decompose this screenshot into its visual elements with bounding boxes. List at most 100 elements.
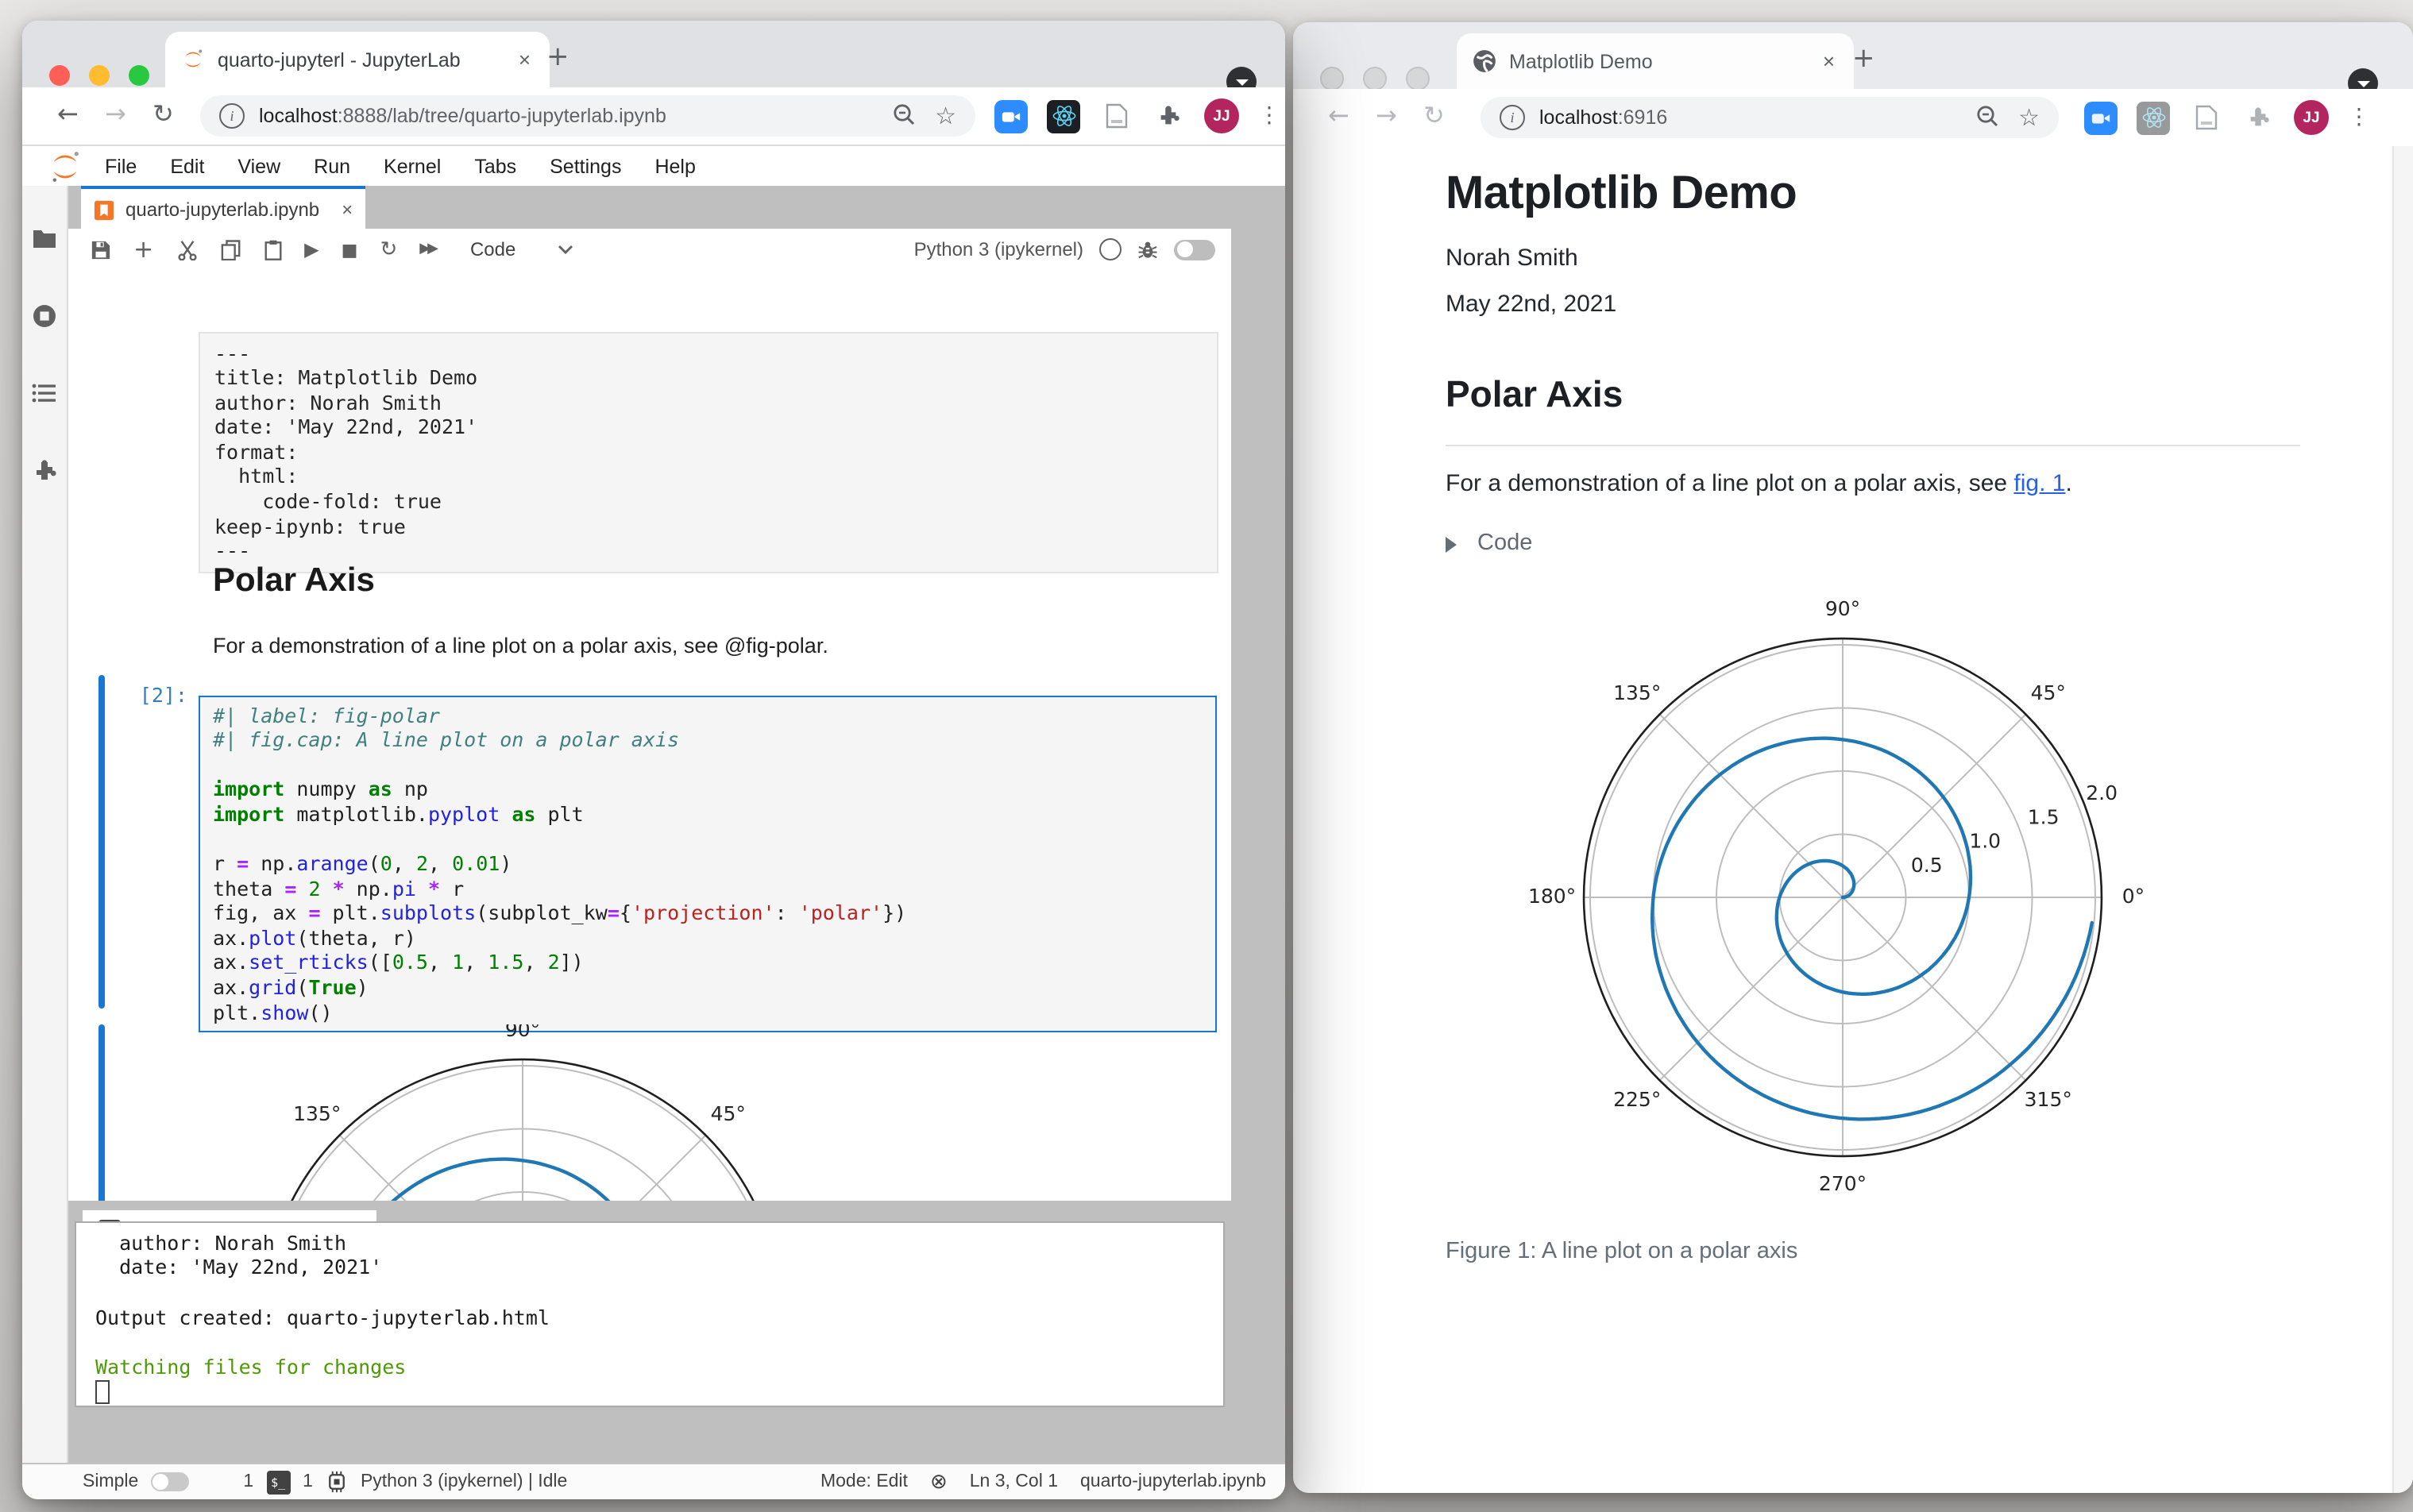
puzzle-icon[interactable] bbox=[1152, 99, 1185, 133]
code-fold-toggle[interactable]: Code bbox=[1446, 530, 1532, 556]
close-window-icon[interactable] bbox=[1320, 67, 1344, 91]
zoom-out-page-icon[interactable] bbox=[1975, 104, 1998, 131]
new-tab-button[interactable]: + bbox=[546, 41, 569, 73]
save-icon[interactable] bbox=[91, 239, 111, 260]
folder-icon[interactable] bbox=[22, 227, 67, 249]
jupyter-favicon-icon bbox=[181, 48, 205, 71]
terminal-cursor bbox=[95, 1380, 110, 1405]
svg-text:0.5: 0.5 bbox=[1911, 854, 1943, 877]
close-tab-icon[interactable]: × bbox=[515, 48, 534, 71]
minimize-window-icon[interactable] bbox=[89, 65, 110, 86]
zoom-window-icon[interactable] bbox=[129, 65, 149, 86]
menu-kernel[interactable]: Kernel bbox=[384, 155, 441, 177]
back-icon[interactable]: ← bbox=[1328, 100, 1349, 130]
site-info-icon[interactable]: i bbox=[219, 103, 245, 129]
close-window-icon[interactable] bbox=[49, 65, 70, 86]
profile-avatar[interactable]: JJ bbox=[2294, 100, 2329, 135]
mode-indicator[interactable]: Mode: Edit bbox=[820, 1472, 908, 1491]
cut-icon[interactable] bbox=[176, 239, 198, 260]
cell-collapser[interactable] bbox=[98, 675, 105, 1009]
code-cell[interactable]: #| label: fig-polar #| fig.cap: A line pl… bbox=[199, 695, 1217, 1033]
zoom-icon[interactable] bbox=[2084, 101, 2118, 134]
menu-tabs[interactable]: Tabs bbox=[474, 155, 516, 177]
minimize-window-icon[interactable] bbox=[1363, 67, 1387, 91]
menu-help[interactable]: Help bbox=[654, 155, 695, 177]
puzzle-icon[interactable] bbox=[2241, 101, 2275, 134]
address-bar[interactable]: i localhost:6916 ☆ bbox=[1481, 97, 2059, 138]
figure-link[interactable]: fig. 1 bbox=[2013, 470, 2065, 497]
copy-icon[interactable] bbox=[220, 239, 241, 260]
close-tab-icon[interactable]: × bbox=[342, 199, 353, 221]
browser-menu-icon[interactable]: ⋮ bbox=[2348, 105, 2370, 130]
menu-view[interactable]: View bbox=[237, 155, 280, 177]
tab-title: Matplotlib Demo bbox=[1509, 50, 1653, 72]
yaml-raw-cell[interactable]: --- title: Matplotlib Demo author: Norah… bbox=[199, 331, 1218, 573]
run-icon[interactable]: ▶ bbox=[304, 238, 319, 260]
back-icon[interactable]: ← bbox=[57, 98, 79, 129]
cell-type-select[interactable]: Code bbox=[470, 238, 515, 260]
kernel-count: 1 bbox=[303, 1472, 313, 1491]
terminal-line: Watching files for changes bbox=[95, 1355, 407, 1379]
paste-icon[interactable] bbox=[263, 239, 282, 260]
code-line: r = np.arange(0, 2, 0.01) bbox=[213, 851, 512, 876]
bookmark-star-icon[interactable]: ☆ bbox=[935, 102, 956, 130]
statusbar-filename: quarto-jupyterlab.ipynb bbox=[1080, 1472, 1266, 1491]
document-icon[interactable] bbox=[2189, 101, 2222, 134]
bug-icon[interactable] bbox=[1137, 239, 1158, 260]
zoom-window-icon[interactable] bbox=[1406, 67, 1430, 91]
dock-tab-strip: quarto-jupyterlab.ipynb × bbox=[68, 186, 1231, 230]
scrollbar[interactable] bbox=[2392, 146, 2413, 1493]
run-all-icon[interactable]: ▶▶ bbox=[419, 241, 438, 257]
list-icon[interactable] bbox=[22, 383, 67, 403]
polar-chart: 0° 45° 90° 135° 180° 225° 270° 315° 0.5 1.0 1.5 2.0 bbox=[1528, 597, 2145, 1195]
toolbar-toggle[interactable] bbox=[1174, 239, 1215, 260]
output-collapser[interactable] bbox=[98, 1024, 105, 1207]
react-icon[interactable] bbox=[2137, 101, 2170, 134]
code-line: plt.show() bbox=[213, 1000, 333, 1024]
zoom-out-page-icon[interactable] bbox=[892, 102, 914, 129]
rendered-document: Matplotlib Demo Norah Smith May 22nd, 20… bbox=[1293, 146, 2413, 1493]
kernel-status[interactable]: Python 3 (ipykernel) | Idle bbox=[361, 1472, 567, 1491]
reload-icon[interactable]: ↻ bbox=[1423, 100, 1445, 130]
site-info-icon[interactable]: i bbox=[1500, 105, 1525, 130]
doc-title: Matplotlib Demo bbox=[1446, 168, 1797, 219]
svg-text:45°: 45° bbox=[711, 1102, 746, 1125]
notebook-tab[interactable]: quarto-jupyterlab.ipynb × bbox=[81, 186, 366, 230]
menu-settings[interactable]: Settings bbox=[550, 155, 621, 177]
menu-run[interactable]: Run bbox=[314, 155, 350, 177]
forward-icon[interactable]: → bbox=[105, 98, 126, 129]
stop-circle-icon[interactable] bbox=[22, 303, 67, 329]
zoom-icon[interactable] bbox=[994, 99, 1028, 133]
traffic-lights[interactable] bbox=[1320, 67, 1430, 91]
menu-items: File Edit View Run Kernel Tabs Settings Help bbox=[105, 155, 729, 177]
browser-tab[interactable]: quarto-jupyterl - JupyterLab × bbox=[165, 32, 550, 87]
terminal-output[interactable]: author: Norah Smith date: 'May 22nd, 202… bbox=[75, 1221, 1225, 1406]
document-icon[interactable] bbox=[1099, 99, 1133, 133]
close-tab-icon[interactable]: × bbox=[1820, 49, 1838, 73]
restart-kernel-icon[interactable]: ↻ bbox=[380, 237, 397, 261]
simple-mode-toggle[interactable] bbox=[151, 1472, 190, 1491]
forward-icon[interactable]: → bbox=[1376, 100, 1397, 130]
profile-avatar[interactable]: JJ bbox=[1204, 98, 1239, 133]
traffic-lights[interactable] bbox=[49, 65, 149, 86]
browser-tab[interactable]: Matplotlib Demo × bbox=[1457, 33, 1854, 89]
kernel-name[interactable]: Python 3 (ipykernel) bbox=[914, 238, 1083, 260]
svg-text:45°: 45° bbox=[2031, 681, 2066, 704]
stop-icon[interactable]: ■ bbox=[342, 239, 358, 260]
menu-file[interactable]: File bbox=[105, 155, 137, 177]
bookmark-star-icon[interactable]: ☆ bbox=[2018, 103, 2040, 132]
new-tab-button[interactable]: + bbox=[1852, 43, 1875, 75]
browser-menu-icon[interactable]: ⋮ bbox=[1258, 103, 1280, 129]
svg-text:90°: 90° bbox=[505, 1024, 540, 1041]
menu-edit[interactable]: Edit bbox=[170, 155, 204, 177]
address-bar[interactable]: i localhost:8888/lab/tree/quarto-jupyter… bbox=[200, 95, 975, 137]
puzzle-icon[interactable] bbox=[22, 459, 67, 484]
extensions-row: JJ ⋮ bbox=[994, 98, 1280, 133]
react-icon[interactable] bbox=[1047, 99, 1080, 133]
url-host: localhost bbox=[1539, 106, 1618, 129]
cursor-position[interactable]: Ln 3, Col 1 bbox=[970, 1472, 1058, 1491]
notification-icon[interactable]: ⊗ bbox=[930, 1470, 948, 1494]
reload-icon[interactable]: ↻ bbox=[153, 98, 174, 129]
add-cell-icon[interactable]: + bbox=[133, 235, 153, 264]
